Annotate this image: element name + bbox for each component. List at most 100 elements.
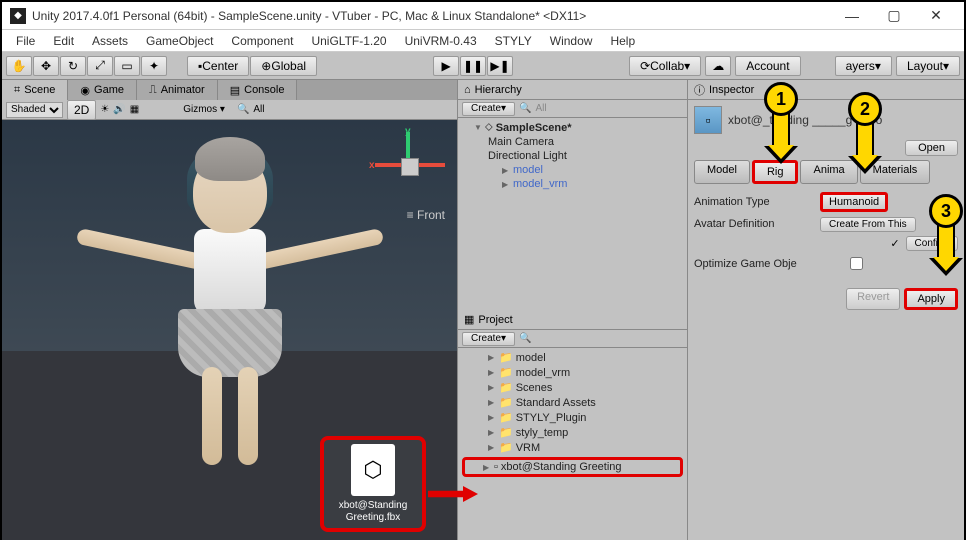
collab-button[interactable]: ⟳ Collab ▾: [629, 56, 701, 76]
menu-edit[interactable]: Edit: [45, 32, 82, 50]
minimize-button[interactable]: —: [832, 4, 872, 28]
project-folder[interactable]: ▶📁 model_vrm: [458, 365, 687, 380]
search-all-label: All: [253, 104, 264, 115]
audio-icon[interactable]: 🔊: [113, 104, 125, 115]
optimize-label: Optimize Game Obje: [694, 258, 844, 270]
annotation-callout-2: 2: [848, 92, 882, 126]
menu-component[interactable]: Component: [223, 32, 301, 50]
tab-scene[interactable]: ⌗Scene: [2, 80, 68, 100]
annotation-callout-3: 3: [929, 194, 963, 228]
account-button[interactable]: Account: [735, 56, 800, 76]
character-model: [70, 145, 390, 465]
project-selected-asset[interactable]: ▶▫ xbot@Standing Greeting: [462, 457, 683, 477]
hierarchy-item[interactable]: ▶model_vrm: [458, 177, 687, 191]
view-orientation-label: ≡ Front: [407, 208, 445, 222]
layers-dropdown[interactable]: ayers ▾: [835, 56, 892, 76]
inspector-body: ▫ xbot@_tanding _____g Impo Open Model R…: [688, 100, 964, 316]
main-toolbar: ✋ ✥ ↻ ⤢ ▭ ✦ ▪ Center ⊕ Global ▶ ❚❚ ▶❚ ⟳ …: [2, 52, 964, 80]
fbx-file-icon: ⬡: [351, 444, 395, 496]
dropped-file-name: xbot@Standing Greeting.fbx: [328, 500, 418, 524]
menu-assets[interactable]: Assets: [84, 32, 136, 50]
project-folder[interactable]: ▶📁 Scenes: [458, 380, 687, 395]
project-folder[interactable]: ▶📁 VRM: [458, 440, 687, 455]
layout-dropdown[interactable]: Layout ▾: [896, 56, 960, 76]
hierarchy-tree[interactable]: ▼⬦ SampleScene* Main Camera Directional …: [458, 118, 687, 310]
annotation-callout-1: 1: [764, 82, 798, 116]
pivot-global-button[interactable]: ⊕ Global: [250, 56, 317, 76]
menu-univrm[interactable]: UniVRM-0.43: [397, 32, 485, 50]
scene-toolbar: Shaded 2D ☀ 🔊 ▦ Gizmos ▾ 🔍 All: [2, 100, 457, 120]
dropped-file: ⬡ xbot@Standing Greeting.fbx: [320, 436, 426, 532]
menu-unigltf[interactable]: UniGLTF-1.20: [303, 32, 394, 50]
rect-tool-button[interactable]: ▭: [114, 56, 140, 76]
apply-button[interactable]: Apply: [904, 288, 958, 310]
window-title: Unity 2017.4.0f1 Personal (64bit) - Samp…: [32, 9, 832, 23]
animator-icon: ⎍: [149, 84, 157, 97]
light-icon[interactable]: ☀: [100, 104, 109, 115]
project-folder[interactable]: ▶📁 Standard Assets: [458, 395, 687, 410]
menu-window[interactable]: Window: [542, 32, 601, 50]
maximize-button[interactable]: ▢: [874, 4, 914, 28]
project-create-button[interactable]: Create ▾: [462, 332, 515, 346]
animation-type-label: Animation Type: [694, 196, 814, 208]
tab-animator[interactable]: ⎍Animator: [137, 80, 218, 100]
hierarchy-panel-header[interactable]: ⌂ Hierarchy: [458, 80, 687, 100]
console-icon: ▤: [230, 84, 240, 97]
project-folder[interactable]: ▶📁 model: [458, 350, 687, 365]
rotate-tool-button[interactable]: ↻: [60, 56, 86, 76]
project-tree[interactable]: ▶📁 model ▶📁 model_vrm ▶📁 Scenes ▶📁 Stand…: [458, 348, 687, 540]
inspector-panel-header[interactable]: ⓘ Inspector: [688, 80, 964, 100]
pause-button[interactable]: ❚❚: [460, 56, 486, 76]
hierarchy-toolbar: Create ▾ 🔍 All: [458, 100, 687, 118]
menu-file[interactable]: File: [8, 32, 43, 50]
move-tool-button[interactable]: ✥: [33, 56, 59, 76]
tab-game[interactable]: ◉Game: [68, 80, 137, 100]
search-icon: 🔍: [237, 104, 249, 115]
hierarchy-create-button[interactable]: Create ▾: [462, 102, 515, 116]
project-folder[interactable]: ▶📁 STYLY_Plugin: [458, 410, 687, 425]
play-button[interactable]: ▶: [433, 56, 459, 76]
optimize-checkbox[interactable]: [850, 257, 863, 270]
hierarchy-search-all[interactable]: All: [536, 103, 547, 114]
fx-icon[interactable]: ▦: [130, 104, 139, 115]
project-panel-header[interactable]: ▦ Project: [458, 310, 687, 330]
step-button[interactable]: ▶❚: [487, 56, 513, 76]
gizmos-dropdown[interactable]: Gizmos ▾: [183, 104, 225, 115]
game-icon: ◉: [80, 84, 90, 97]
2d-toggle[interactable]: 2D: [67, 100, 96, 120]
transform-tool-button[interactable]: ✦: [141, 56, 167, 76]
scene-tabs: ⌗Scene ◉Game ⎍Animator ▤Console: [2, 80, 457, 100]
tab-console[interactable]: ▤Console: [218, 80, 298, 100]
scale-tool-button[interactable]: ⤢: [87, 56, 113, 76]
revert-button[interactable]: Revert: [846, 288, 900, 310]
hierarchy-item[interactable]: Directional Light: [458, 149, 687, 163]
project-toolbar: Create ▾ 🔍: [458, 330, 687, 348]
search-icon: 🔍: [519, 103, 531, 114]
avatar-definition-value[interactable]: Create From This: [820, 217, 916, 232]
hierarchy-item[interactable]: ▶model: [458, 163, 687, 177]
pivot-center-button[interactable]: ▪ Center: [187, 56, 249, 76]
cloud-button[interactable]: ☁: [705, 56, 731, 76]
tab-model[interactable]: Model: [694, 160, 750, 184]
project-folder[interactable]: ▶📁 styly_temp: [458, 425, 687, 440]
unity-logo-icon: ◆: [10, 8, 26, 24]
menu-bar: File Edit Assets GameObject Component Un…: [2, 30, 964, 52]
importer-tabs: Model Rig Anima Materials: [694, 160, 958, 184]
search-icon: 🔍: [519, 333, 531, 344]
menu-styly[interactable]: STYLY: [487, 32, 540, 50]
hierarchy-item[interactable]: Main Camera: [458, 135, 687, 149]
shading-mode-select[interactable]: Shaded: [6, 102, 63, 118]
menu-gameobject[interactable]: GameObject: [138, 32, 221, 50]
asset-name-label: xbot@_tanding _____g Impo: [728, 113, 958, 127]
scene-viewport[interactable]: x y ≡ Front ⬡ xbot@Standing Greeting.fbx: [2, 120, 457, 540]
animation-type-value[interactable]: Humanoid: [820, 192, 888, 212]
scene-icon: ⌗: [14, 84, 20, 97]
hierarchy-scene-root[interactable]: ▼⬦ SampleScene*: [458, 120, 687, 135]
menu-help[interactable]: Help: [602, 32, 643, 50]
check-icon: ✓: [890, 237, 899, 250]
hand-tool-button[interactable]: ✋: [6, 56, 32, 76]
close-button[interactable]: ✕: [916, 4, 956, 28]
window-titlebar: ◆ Unity 2017.4.0f1 Personal (64bit) - Sa…: [2, 2, 964, 30]
open-asset-button[interactable]: Open: [905, 140, 958, 156]
asset-thumbnail-icon: ▫: [694, 106, 722, 134]
